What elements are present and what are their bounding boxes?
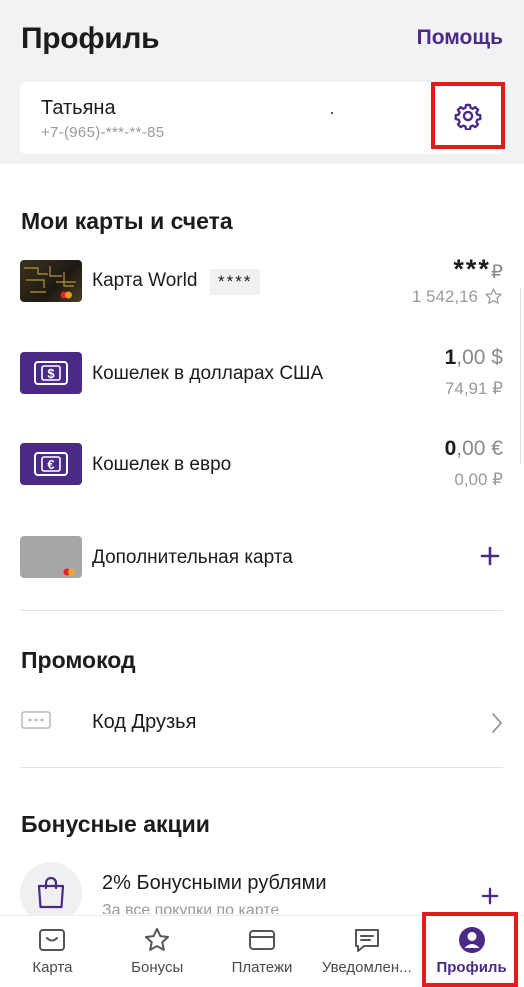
dollar-icon: $ <box>34 361 68 385</box>
usd-wallet-row[interactable]: $ Кошелек в долларах США 1,00 $ 74,91 ₽ <box>0 346 524 406</box>
promo-code-label: Код Друзья <box>92 711 197 733</box>
gear-icon <box>454 103 482 130</box>
nav-item-notifications[interactable]: Уведомлен... <box>314 916 419 987</box>
eur-balance-frac: ,00 € <box>456 437 503 460</box>
promo-code-icon <box>21 711 51 729</box>
mastercard-icon <box>63 568 75 576</box>
bottom-navigation: Карта Бонусы Платежи Уведомлен... Профил… <box>0 915 524 987</box>
page-title: Профиль <box>21 22 160 55</box>
profile-name: Татьяна <box>41 97 116 119</box>
nav-label: Бонусы <box>131 959 184 976</box>
plus-icon <box>480 546 500 566</box>
card-world-thumbnail <box>20 260 82 302</box>
usd-wallet-rub-amount: 74,91 ₽ <box>444 379 503 398</box>
card-currency: ₽ <box>490 262 503 283</box>
divider <box>21 610 503 611</box>
chevron-right-icon <box>492 713 502 733</box>
eur-wallet-rub-amount: 0,00 ₽ <box>454 470 503 489</box>
nav-item-card[interactable]: Карта <box>0 916 105 987</box>
nav-item-profile[interactable]: Профиль <box>419 916 524 987</box>
card-icon <box>39 929 66 951</box>
nav-item-payments[interactable]: Платежи <box>210 916 315 987</box>
additional-card-row[interactable]: Дополнительная карта <box>0 530 524 590</box>
eur-wallet-balance: 0,00 € <box>445 437 503 461</box>
profile-card[interactable]: Татьяна +7-(965)-***-**-85 <box>20 82 505 154</box>
profile-icon <box>458 927 485 953</box>
card-world-row[interactable]: Карта World **** ***₽ 1 542,16 <box>0 254 524 316</box>
eur-wallet-label: Кошелек в евро <box>92 454 232 475</box>
add-card-button[interactable] <box>476 542 504 570</box>
card-balance-mask: *** <box>453 254 491 284</box>
wallet-icon <box>248 930 275 950</box>
profile-phone: +7-(965)-***-**-85 <box>41 124 165 141</box>
bonus-offer-subtitle: За все покупки по карте <box>102 902 280 914</box>
star-icon <box>145 927 170 951</box>
eur-wallet-row[interactable]: € Кошелек в евро 0,00 € 0,00 ₽ <box>0 437 524 497</box>
card-world-label: Карта World <box>92 270 198 291</box>
svg-text:$: $ <box>47 366 55 381</box>
nav-item-bonuses[interactable]: Бонусы <box>105 916 210 987</box>
nav-label: Уведомлен... <box>321 959 412 976</box>
usd-wallet-label: Кошелек в долларах США <box>92 363 324 384</box>
card-bonus-amount: 1 542,16 <box>411 287 478 306</box>
card-pattern-icon <box>24 266 76 299</box>
nav-label: Карта <box>32 959 73 976</box>
settings-button[interactable] <box>431 82 505 149</box>
cards-section-title: Мои карты и счета <box>21 208 233 234</box>
additional-card-label: Дополнительная карта <box>92 547 293 568</box>
usd-balance-frac: ,00 $ <box>456 346 503 369</box>
euro-icon: € <box>34 452 68 476</box>
usd-wallet-thumbnail: $ <box>20 352 82 394</box>
shopping-bag-icon <box>37 876 65 909</box>
scrollbar[interactable] <box>520 288 524 464</box>
help-link[interactable]: Помощь <box>417 26 503 50</box>
usd-wallet-balance: 1,00 $ <box>445 346 503 370</box>
promo-section-title: Промокод <box>21 647 136 673</box>
eur-wallet-thumbnail: € <box>20 443 82 485</box>
additional-card-thumbnail <box>20 536 82 578</box>
usd-balance-int: 1 <box>444 346 457 369</box>
profile-header-area: Профиль Помощь Татьяна +7-(965)-***-**-8… <box>0 0 524 164</box>
eur-balance-int: 0 <box>444 437 457 460</box>
nav-label: Профиль <box>436 959 507 976</box>
promo-code-row[interactable]: Код Друзья <box>0 694 524 754</box>
card-masked-number: **** <box>210 269 261 295</box>
card-balance-hidden: ***₽ <box>453 254 503 285</box>
nav-label: Платежи <box>231 959 293 976</box>
message-icon <box>354 929 379 952</box>
bonus-section-title: Бонусные акции <box>21 811 210 837</box>
dot-mark <box>331 112 333 114</box>
plus-icon <box>481 887 499 905</box>
add-bonus-button[interactable] <box>476 882 504 910</box>
svg-text:€: € <box>47 457 54 472</box>
divider <box>21 767 503 768</box>
bonus-offer-title[interactable]: 2% Бонусными рублями <box>102 872 327 895</box>
star-icon <box>485 288 502 304</box>
